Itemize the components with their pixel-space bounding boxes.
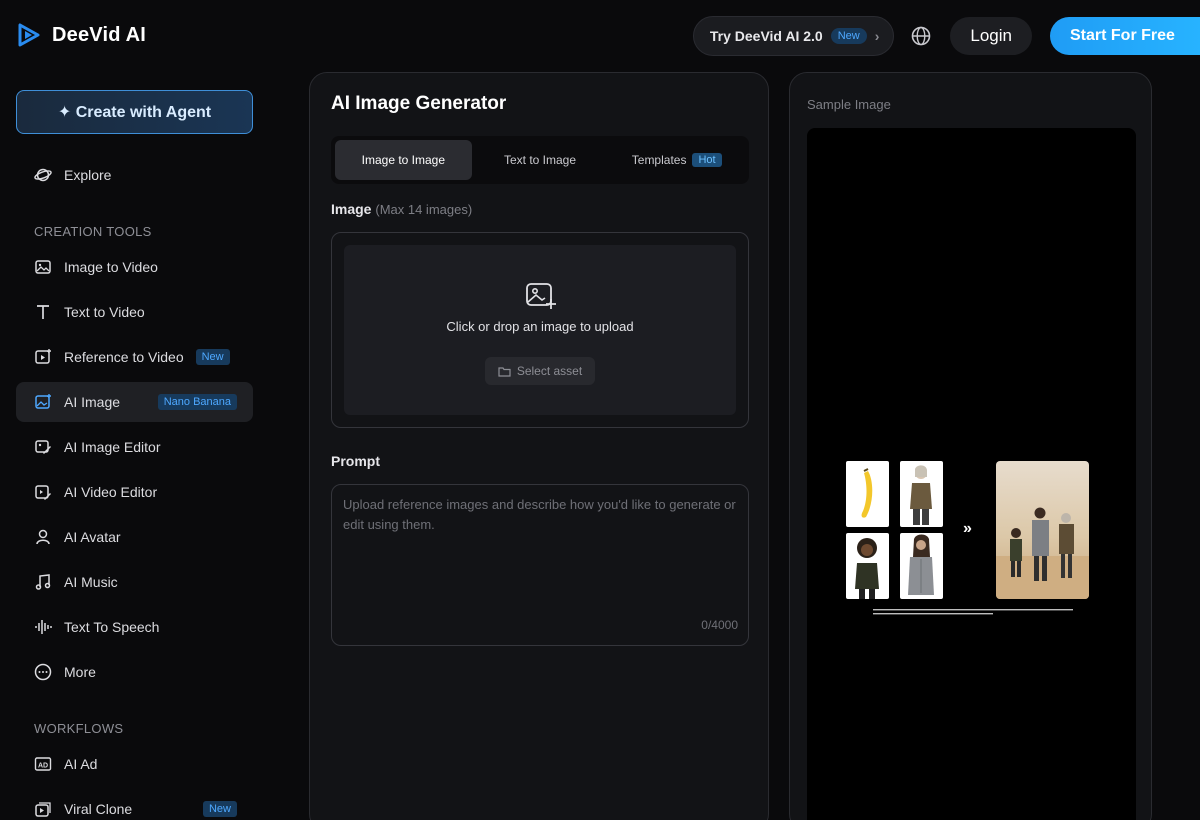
upload-instructions: Click or drop an image to upload — [446, 319, 634, 334]
sidebar-item-label: Text to Video — [64, 304, 145, 320]
page-title: AI Image Generator — [331, 93, 507, 114]
new-badge: New — [195, 349, 230, 365]
sidebar-item-image-to-video[interactable]: Image to Video — [16, 247, 253, 287]
brand-name: DeeVid AI — [52, 23, 147, 46]
hot-badge: Hot — [692, 153, 722, 167]
globe-icon[interactable] — [910, 25, 932, 47]
sidebar-item-ai-ad[interactable]: AD AI Ad — [16, 744, 253, 784]
image-field-label: Image (Max 14 images) — [331, 201, 472, 217]
sidebar-item-viral-clone[interactable]: Viral Clone New — [16, 789, 253, 820]
more-icon — [34, 663, 52, 681]
sidebar-item-label: AI Video Editor — [64, 484, 158, 500]
sample-caption — [869, 608, 1079, 620]
sidebar-item-reference-to-video[interactable]: Reference to Video New — [16, 337, 253, 377]
tab-label: Templates — [631, 153, 687, 167]
sidebar-item-ai-music[interactable]: AI Music — [16, 562, 253, 602]
sample-input-woman-jacket — [900, 461, 943, 527]
sample-input-child — [846, 533, 889, 599]
sidebar-item-label: Text To Speech — [64, 619, 160, 635]
tab-image-to-image[interactable]: Image to Image — [335, 140, 472, 180]
prompt-label: Prompt — [331, 453, 380, 469]
sidebar-item-label: AI Avatar — [64, 529, 121, 545]
ai-image-icon — [35, 394, 51, 409]
arrow-icon: » — [963, 520, 972, 537]
sidebar-item-explore[interactable]: Explore — [16, 155, 253, 195]
svg-text:AD: AD — [38, 763, 48, 770]
folder-icon — [498, 366, 511, 377]
sidebar-item-label: AI Music — [64, 574, 118, 590]
nano-banana-badge: Nano Banana — [157, 394, 237, 410]
character-counter: 0/4000 — [701, 618, 738, 632]
clone-icon — [35, 802, 51, 817]
sidebar-item-label: Explore — [64, 167, 112, 183]
logo-icon — [18, 23, 40, 47]
new-badge: New — [202, 801, 237, 817]
tab-text-to-image[interactable]: Text to Image — [472, 140, 609, 180]
sidebar-item-label: Reference to Video — [64, 349, 184, 365]
select-asset-label: Select asset — [516, 364, 583, 378]
sample-label: Sample Image — [807, 97, 891, 112]
sidebar-item-label: AI Image Editor — [64, 439, 161, 455]
ad-icon: AD — [34, 757, 52, 771]
sample-output-image — [996, 461, 1089, 599]
brand-logo[interactable]: DeeVid AI — [16, 22, 146, 48]
login-button[interactable]: Login — [950, 17, 1032, 55]
sidebar-item-label: AI Ad — [64, 756, 98, 772]
section-workflows: WORKFLOWS — [34, 721, 124, 736]
sidebar-item-label: Image to Video — [64, 259, 158, 275]
tab-templates[interactable]: Templates Hot — [608, 140, 745, 180]
sidebar-item-label: More — [64, 664, 96, 680]
video-edit-icon — [35, 485, 51, 500]
sample-input-man-coat — [900, 533, 943, 599]
music-icon — [35, 574, 51, 590]
prompt-placeholder: Upload reference images and describe how… — [343, 497, 736, 532]
sidebar-item-ai-image[interactable]: AI Image Nano Banana — [16, 382, 253, 422]
waveform-icon — [35, 620, 52, 634]
sidebar-item-label: AI Image — [64, 394, 121, 410]
try-v2-label: Try DeeVid AI 2.0 — [709, 28, 823, 44]
video-plus-icon — [35, 349, 51, 364]
avatar-icon — [36, 529, 50, 545]
select-asset-button[interactable]: Select asset — [485, 357, 595, 385]
sidebar-item-ai-avatar[interactable]: AI Avatar — [16, 517, 253, 557]
tab-label: Image to Image — [361, 153, 446, 167]
prompt-textarea[interactable]: Upload reference images and describe how… — [331, 484, 749, 646]
try-v2-button[interactable]: Try DeeVid AI 2.0 New › — [692, 16, 895, 56]
sample-image: » — [807, 128, 1136, 820]
sample-input-banana — [846, 461, 889, 527]
image-edit-icon — [35, 440, 51, 454]
image-limit-hint: (Max 14 images) — [375, 202, 473, 217]
upload-dropzone[interactable]: Click or drop an image to upload Select … — [344, 245, 736, 415]
sidebar-item-more[interactable]: More — [16, 652, 253, 692]
new-badge: New — [830, 28, 867, 44]
sample-panel: Sample Image » — [789, 72, 1152, 820]
start-free-button[interactable]: Start For Free — [1050, 17, 1200, 55]
sidebar-item-ai-video-editor[interactable]: AI Video Editor — [16, 472, 253, 512]
section-creation-tools: CREATION TOOLS — [34, 224, 152, 239]
add-image-icon — [526, 283, 556, 309]
text-icon — [37, 305, 49, 319]
create-with-agent-button[interactable]: ✦ Create with Agent — [16, 90, 253, 134]
mode-tabs: Image to Image Text to Image Templates H… — [331, 136, 749, 184]
sidebar-item-text-to-speech[interactable]: Text To Speech — [16, 607, 253, 647]
sidebar-item-label: Viral Clone — [64, 801, 133, 817]
explore-icon — [34, 168, 52, 182]
image-upload-area[interactable]: Click or drop an image to upload Select … — [331, 232, 749, 428]
tab-label: Text to Image — [503, 153, 577, 167]
sidebar-item-ai-image-editor[interactable]: AI Image Editor — [16, 427, 253, 467]
sidebar-item-text-to-video[interactable]: Text to Video — [16, 292, 253, 332]
chevron-right-icon: › — [874, 28, 880, 44]
header-actions: Try DeeVid AI 2.0 New › Login Start For … — [692, 16, 1200, 56]
generator-panel: AI Image Generator Image to Image Text t… — [309, 72, 769, 820]
image-icon — [35, 260, 51, 274]
image-label: Image — [331, 201, 372, 217]
